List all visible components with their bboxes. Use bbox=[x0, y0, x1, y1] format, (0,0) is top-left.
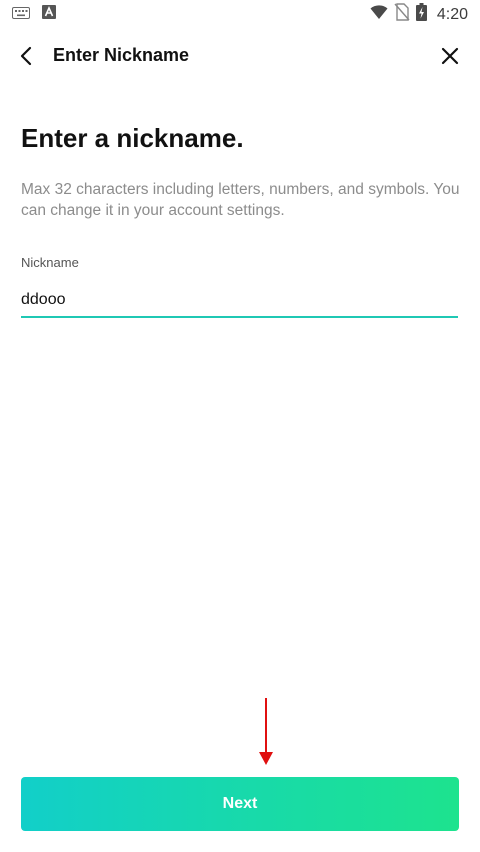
next-button[interactable]: Next bbox=[21, 777, 459, 831]
status-left bbox=[12, 5, 56, 24]
back-button[interactable] bbox=[10, 40, 42, 72]
no-sim-icon bbox=[394, 3, 410, 26]
status-right: 4:20 bbox=[370, 3, 468, 26]
down-arrow-icon bbox=[259, 698, 273, 765]
page-title: Enter Nickname bbox=[53, 45, 190, 65]
keyboard-icon bbox=[12, 6, 30, 24]
app-bar: Enter Nickname bbox=[0, 30, 480, 82]
battery-charging-icon bbox=[415, 3, 427, 26]
heading: Enter a nickname. bbox=[21, 123, 244, 153]
nickname-label: Nickname bbox=[21, 255, 79, 270]
status-bar: 4:20 bbox=[0, 0, 480, 26]
screen: 4:20 Enter Nickname Enter a nickname. Ma… bbox=[0, 0, 480, 852]
description-text: Max 32 characters including letters, num… bbox=[21, 181, 460, 219]
close-button[interactable] bbox=[434, 40, 466, 72]
close-icon bbox=[441, 47, 459, 65]
wifi-icon bbox=[370, 4, 388, 25]
status-time: 4:20 bbox=[436, 5, 468, 23]
text-a-icon bbox=[42, 5, 56, 24]
nickname-input[interactable] bbox=[21, 284, 458, 318]
chevron-left-icon bbox=[20, 46, 32, 66]
